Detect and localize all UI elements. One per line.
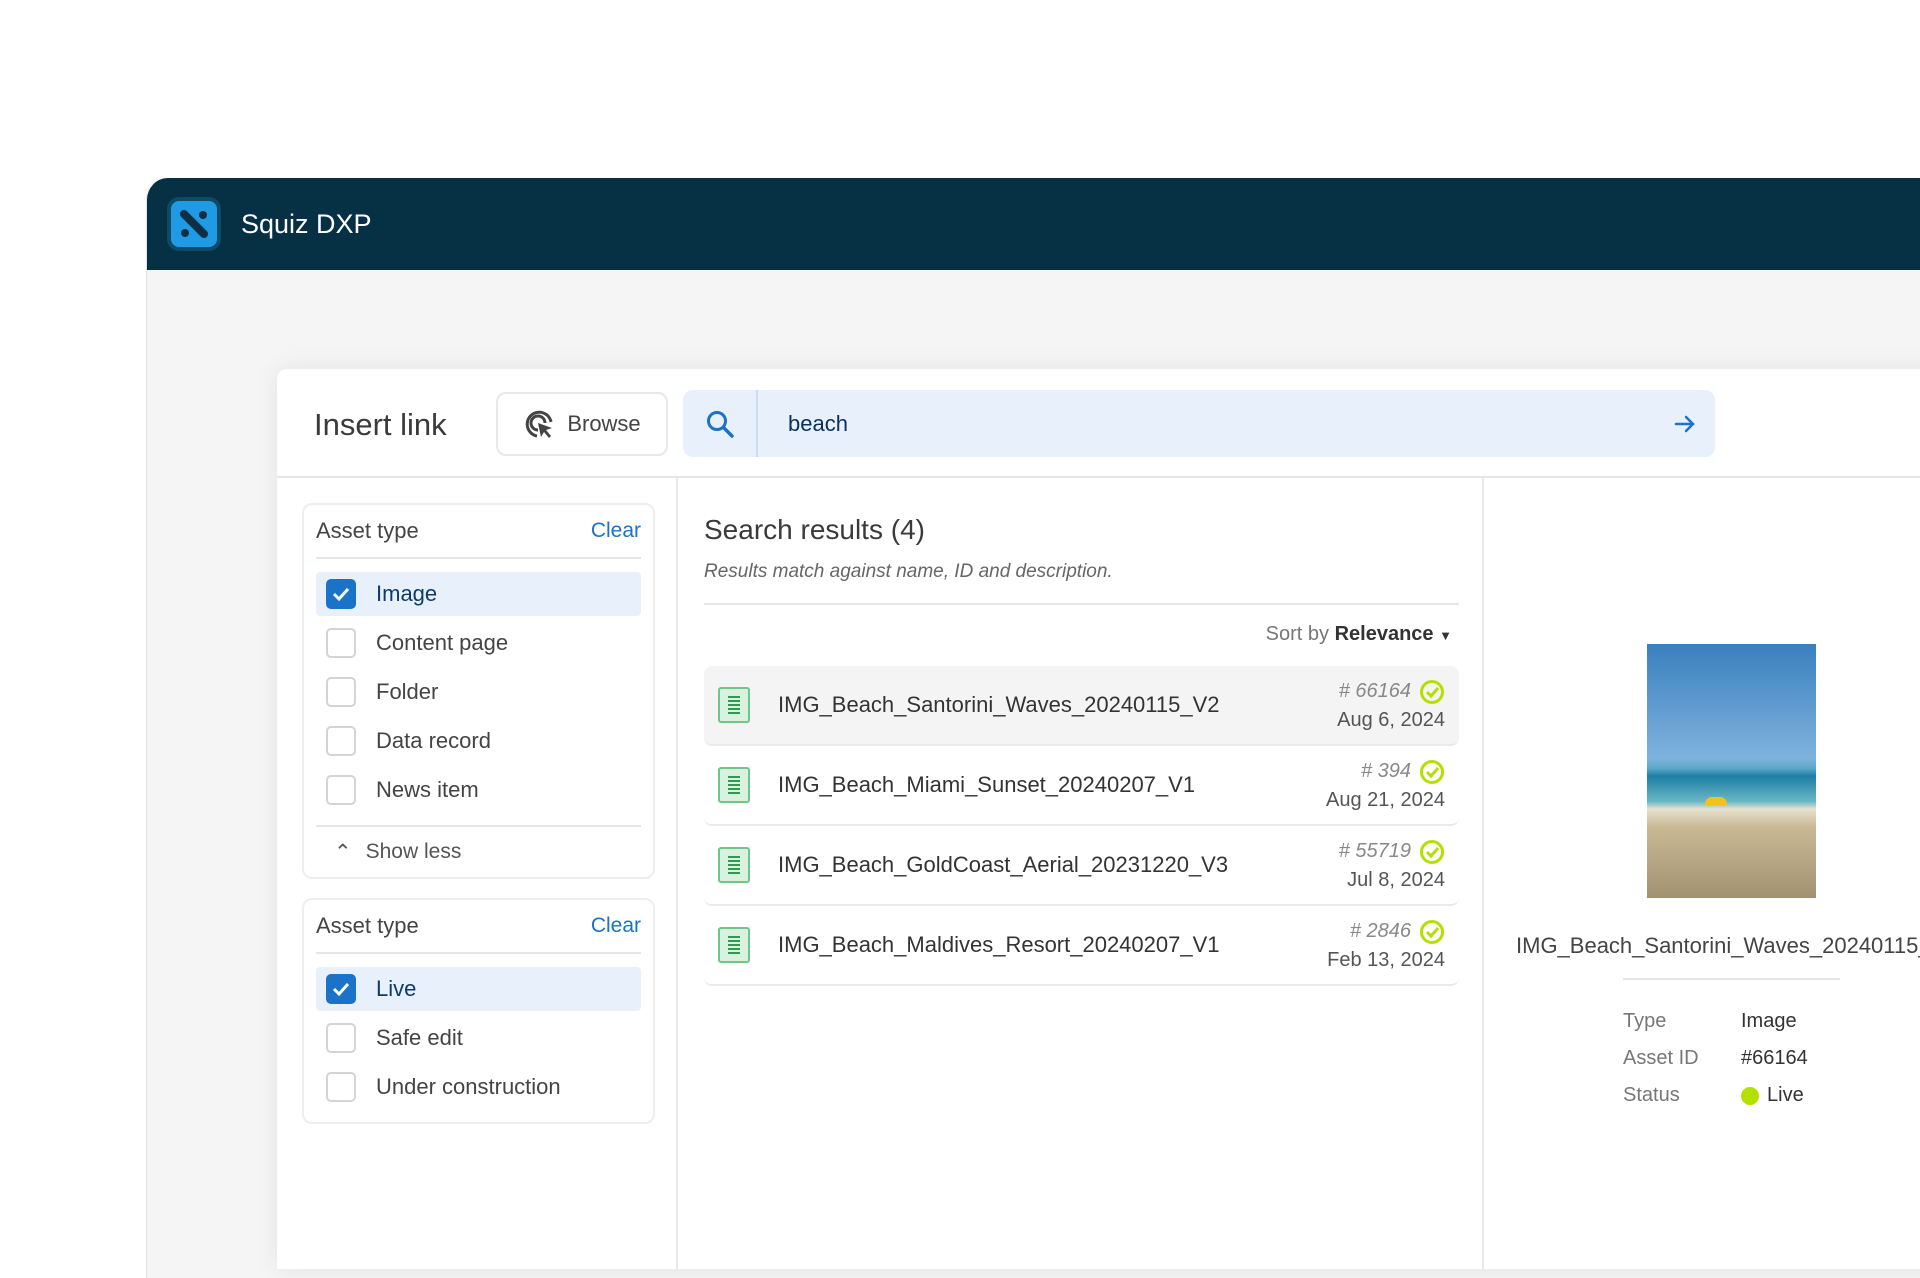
results-subtitle: Results match against name, ID and descr… [704,561,1113,582]
option-label: Safe edit [376,1025,463,1050]
checkbox[interactable] [326,1072,356,1102]
result-date: Aug 6, 2024 [1337,708,1445,731]
preview-properties: Type Image Asset ID #66164 Status Live [1623,1003,1808,1114]
search-icon [683,390,758,457]
image-file-icon [718,847,750,883]
prop-label: Status [1623,1084,1680,1106]
clear-filter-link[interactable]: Clear [591,914,641,938]
result-name: IMG_Beach_Santorini_Waves_20240115_V2 [778,692,1220,717]
result-row[interactable]: IMG_Beach_GoldCoast_Aerial_20231220_V3 #… [704,826,1459,906]
checkbox[interactable] [326,726,356,756]
filter-option-data-record[interactable]: Data record [316,719,641,763]
filter-card-asset-type: Asset type Clear Image Content page Folde… [302,503,655,879]
app-header: Squiz DXP [147,178,1920,270]
clear-filter-link[interactable]: Clear [591,519,641,543]
live-check-icon [1420,679,1444,704]
filter-option-content-page[interactable]: Content page [316,621,641,665]
live-check-icon [1420,919,1444,944]
sort-dropdown[interactable]: Sort by Relevance ▼ [1266,623,1452,646]
image-file-icon [718,767,750,803]
result-id: # 2846 [1349,920,1411,942]
filter-option-image[interactable]: Image [316,572,641,616]
live-check-icon [1420,839,1444,864]
squiz-logo-icon[interactable] [167,197,221,251]
filter-option-live[interactable]: Live [316,967,641,1011]
sort-value: Relevance [1334,623,1434,645]
result-date: Aug 21, 2024 [1326,788,1445,811]
preview-image [1647,644,1816,898]
filter-option-safe-edit[interactable]: Safe edit [316,1016,641,1060]
option-label: Image [376,581,438,606]
option-label: Content page [376,630,509,655]
result-row[interactable]: IMG_Beach_Miami_Sunset_20240207_V1 # 394… [704,746,1459,826]
caret-down-icon: ▼ [1439,628,1452,643]
show-less-button[interactable]: ⌃ Show less [316,825,641,877]
checkbox[interactable] [326,1023,356,1053]
results-title: Search results (4) [704,514,925,545]
result-row[interactable]: IMG_Beach_Santorini_Waves_20240115_V2 # … [704,666,1459,746]
option-label: News item [376,777,479,802]
divider [704,603,1459,605]
prop-label: Type [1623,1010,1667,1032]
filter-option-news-item[interactable]: News item [316,768,641,812]
results-list: IMG_Beach_Santorini_Waves_20240115_V2 # … [704,666,1459,986]
live-check-icon [1420,759,1444,784]
browse-button[interactable]: Browse [496,392,668,456]
results-panel: Search results (4) Results match against… [678,478,1484,1269]
search-bar [683,390,1715,457]
collapse-chevrons-icon: ⌃ [334,840,352,864]
insert-link-dialog: Insert link Browse Asset type Clear Image… [277,369,1920,1269]
option-label: Folder [376,679,439,704]
filter-option-folder[interactable]: Folder [316,670,641,714]
prop-value: Image [1741,1010,1797,1032]
result-row[interactable]: IMG_Beach_Maldives_Resort_20240207_V1 # … [704,906,1459,986]
result-name: IMG_Beach_Miami_Sunset_20240207_V1 [778,772,1196,797]
result-name: IMG_Beach_GoldCoast_Aerial_20231220_V3 [778,852,1229,877]
filter-title: Asset type [316,913,419,938]
umbrella [1705,797,1727,805]
divider [1623,978,1840,980]
result-name: IMG_Beach_Maldives_Resort_20240207_V1 [778,932,1220,957]
show-less-label: Show less [365,840,462,863]
filter-card-status: Asset type Clear Live Safe edit Under con… [302,898,655,1124]
prop-value: #66164 [1741,1047,1808,1069]
option-label: Under construction [376,1074,561,1099]
result-id: # 55719 [1338,840,1411,862]
app-title: Squiz DXP [241,208,372,239]
checkbox-checked[interactable] [326,974,356,1004]
checkbox[interactable] [326,775,356,805]
option-label: Data record [376,728,491,753]
checkbox[interactable] [326,628,356,658]
preview-name: IMG_Beach_Santorini_Waves_20240115_V2 [1516,933,1920,958]
filters-panel: Asset type Clear Image Content page Folde… [277,478,678,1269]
dialog-header: Insert link Browse [277,369,1920,478]
result-id: # 394 [1360,760,1411,782]
browse-label: Browse [567,411,641,436]
result-date: Feb 13, 2024 [1327,948,1445,971]
search-input[interactable] [758,410,1655,437]
sort-label: Sort by [1265,623,1330,645]
image-file-icon [718,927,750,963]
result-id: # 66164 [1338,680,1411,702]
preview-panel: IMG_Beach_Santorini_Waves_20240115_V2 Ty… [1484,478,1920,1269]
status-live-dot-icon [1741,1086,1759,1105]
image-file-icon [718,687,750,723]
dialog-title: Insert link [314,407,447,442]
checkbox-checked[interactable] [326,579,356,609]
search-submit-arrow-icon[interactable] [1655,412,1715,436]
prop-value: Live [1767,1084,1804,1106]
result-date: Jul 8, 2024 [1347,868,1445,891]
filter-title: Asset type [316,518,419,543]
option-label: Live [376,976,417,1001]
checkbox[interactable] [326,677,356,707]
filter-option-under-construction[interactable]: Under construction [316,1065,641,1109]
cursor-click-icon [526,410,553,438]
prop-label: Asset ID [1623,1047,1699,1069]
